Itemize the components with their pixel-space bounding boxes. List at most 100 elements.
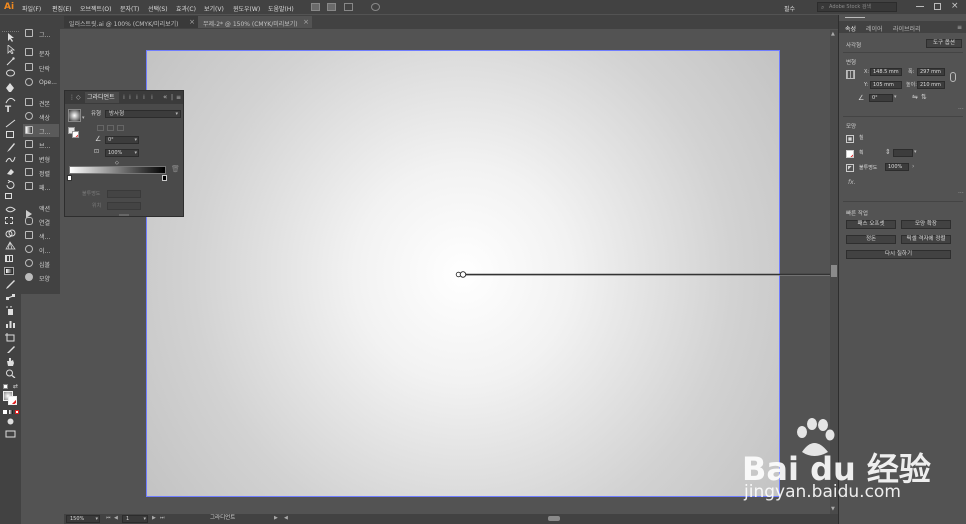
- width-tool-icon[interactable]: [5, 205, 16, 214]
- close-tab-icon[interactable]: ×: [189, 18, 195, 26]
- first-artboard-icon[interactable]: ⏮: [106, 516, 111, 521]
- default-colors-icon[interactable]: [3, 384, 8, 389]
- menu-object[interactable]: 오브젝트(O): [80, 4, 112, 13]
- tab-transparency[interactable]: ⁞: [129, 94, 131, 101]
- dock-item-appearance[interactable]: 모양: [23, 271, 59, 284]
- panel-menu-icon[interactable]: ≡: [957, 24, 962, 31]
- tab-libraries[interactable]: 라이브러리: [893, 24, 921, 33]
- panel-resize-grip[interactable]: [119, 214, 129, 216]
- dock-item-character[interactable]: 문자: [23, 46, 59, 59]
- x-input[interactable]: 148.5 mm: [870, 68, 902, 76]
- tool-options-button[interactable]: 도구 옵션: [926, 39, 962, 48]
- gradient-mode-icon[interactable]: [9, 410, 13, 414]
- dock-item-opentype[interactable]: Ope...: [23, 76, 59, 89]
- artboard-number-input[interactable]: 1 ▾: [122, 515, 148, 523]
- tab-stroke[interactable]: ⁞: [123, 94, 125, 101]
- width-input[interactable]: 297 mm: [917, 68, 945, 76]
- column-graph-tool-icon[interactable]: [5, 319, 16, 328]
- constrain-proportions-icon[interactable]: [950, 72, 956, 82]
- opacity-icon[interactable]: [846, 164, 854, 172]
- flip-horizontal-icon[interactable]: ⇋: [912, 93, 918, 101]
- hand-tool-icon[interactable]: [5, 357, 16, 366]
- collapse-panel-icon[interactable]: «: [163, 93, 167, 101]
- magic-wand-tool-icon[interactable]: [5, 57, 16, 66]
- rotate-tool-icon[interactable]: [5, 180, 16, 189]
- stroke-across-icon[interactable]: [117, 125, 124, 131]
- chevron-down-icon[interactable]: ▾: [894, 94, 897, 100]
- zoom-tool-icon[interactable]: [5, 369, 16, 378]
- gradient-tool-icon[interactable]: [4, 267, 14, 275]
- angle-input[interactable]: 0° ▾: [105, 136, 139, 144]
- eraser-tool-icon[interactable]: [5, 167, 16, 176]
- last-artboard-icon[interactable]: ⏭: [160, 516, 165, 521]
- trash-icon[interactable]: 🗑: [171, 165, 180, 173]
- dock-item-gradient-2[interactable]: 그...: [23, 124, 59, 137]
- stroke-weight-stepper[interactable]: ⇕: [885, 148, 891, 156]
- tab-document-2[interactable]: 무제-2* @ 150% (CMYK/미리보기) ×: [198, 16, 312, 28]
- perspective-grid-tool-icon[interactable]: [5, 241, 16, 250]
- menu-select[interactable]: 선택(S): [148, 4, 168, 13]
- tab-properties[interactable]: 속성: [845, 24, 856, 33]
- reference-point-icon[interactable]: [846, 70, 855, 79]
- gradient-slider[interactable]: [69, 166, 166, 174]
- gradient-type-select[interactable]: 방사형 ▾: [105, 110, 181, 118]
- menu-type[interactable]: 문자(T): [120, 4, 139, 13]
- stroke-within-icon[interactable]: [97, 125, 104, 131]
- dock-item-links[interactable]: 연결: [23, 215, 59, 228]
- fill-swatch[interactable]: [846, 135, 854, 143]
- maximize-icon[interactable]: [934, 3, 941, 10]
- tab-5[interactable]: ⁞: [151, 94, 153, 101]
- tab-gradient[interactable]: 그라디언트: [85, 92, 119, 103]
- menu-help[interactable]: 도움말(H): [268, 4, 294, 13]
- scale-tool-icon[interactable]: [5, 193, 12, 199]
- bridge-icon[interactable]: [311, 3, 320, 11]
- align-pixel-grid-button[interactable]: 픽셀 격자에 정렬: [901, 235, 951, 244]
- type-tool-icon[interactable]: T: [5, 105, 11, 115]
- gradient-thumbnail[interactable]: [68, 109, 81, 122]
- chevron-right-icon[interactable]: ›: [912, 163, 914, 170]
- selection-tool-icon[interactable]: [5, 33, 16, 42]
- tab-4[interactable]: ⁞: [143, 94, 145, 101]
- stroke-along-icon[interactable]: [107, 125, 114, 131]
- prev-artboard-icon[interactable]: ◀: [114, 516, 118, 521]
- gpu-performance-icon[interactable]: [371, 3, 380, 11]
- fx-icon[interactable]: fx.: [848, 180, 856, 186]
- stroke-weight-input[interactable]: [893, 149, 913, 157]
- stock-icon[interactable]: [327, 3, 336, 11]
- dock-item-brushes[interactable]: 브...: [23, 138, 59, 151]
- next-artboard-icon[interactable]: ▶: [152, 516, 156, 521]
- slice-tool-icon[interactable]: [5, 345, 16, 354]
- menu-edit[interactable]: 편집(E): [52, 4, 72, 13]
- stroke-indicator[interactable]: [72, 131, 79, 138]
- expand-shape-button[interactable]: 모양 확장: [901, 220, 951, 229]
- recolor-button[interactable]: 다시 칠하기: [846, 250, 951, 259]
- close-tab-icon[interactable]: ×: [303, 18, 309, 26]
- dock-item-color-guide[interactable]: 색...: [23, 229, 59, 242]
- mesh-tool-icon[interactable]: [5, 255, 13, 262]
- dock-item-transform[interactable]: 변형: [23, 152, 59, 165]
- dock-item-align[interactable]: 정렬: [23, 166, 59, 179]
- stroke-swatch[interactable]: [8, 396, 17, 405]
- tab-document-1[interactable]: 일러스트릿.ai @ 100% (CMYK/미리보기) ×: [64, 16, 198, 28]
- none-mode-icon[interactable]: [15, 410, 19, 414]
- paintbrush-tool-icon[interactable]: [5, 143, 16, 152]
- color-mode-icon[interactable]: [3, 410, 7, 414]
- lasso-tool-icon[interactable]: [5, 69, 16, 78]
- dock-item-actions[interactable]: 액션: [23, 201, 59, 218]
- dock-item-color[interactable]: 색상: [23, 110, 59, 123]
- free-transform-tool-icon[interactable]: [5, 217, 13, 224]
- direct-selection-tool-icon[interactable]: [5, 45, 16, 54]
- more-options-icon[interactable]: ···: [958, 190, 964, 197]
- stock-search-input[interactable]: ⌕ Adobe Stock 검색: [817, 2, 897, 12]
- menu-effect[interactable]: 효과(C): [176, 4, 196, 13]
- screen-mode-icon[interactable]: [5, 429, 16, 438]
- rectangle-tool-icon[interactable]: [6, 131, 14, 138]
- workspace-switcher[interactable]: 필수: [784, 4, 795, 13]
- collapse-icon[interactable]: ◇: [76, 94, 81, 101]
- menu-file[interactable]: 파일(F): [22, 4, 41, 13]
- eyedropper-tool-icon[interactable]: [5, 280, 16, 289]
- stroke-swatch[interactable]: [846, 150, 854, 158]
- scroll-up-arrow-icon[interactable]: ▲: [831, 31, 835, 37]
- minimize-icon[interactable]: [916, 6, 924, 7]
- artboard-tool-icon[interactable]: [5, 333, 16, 342]
